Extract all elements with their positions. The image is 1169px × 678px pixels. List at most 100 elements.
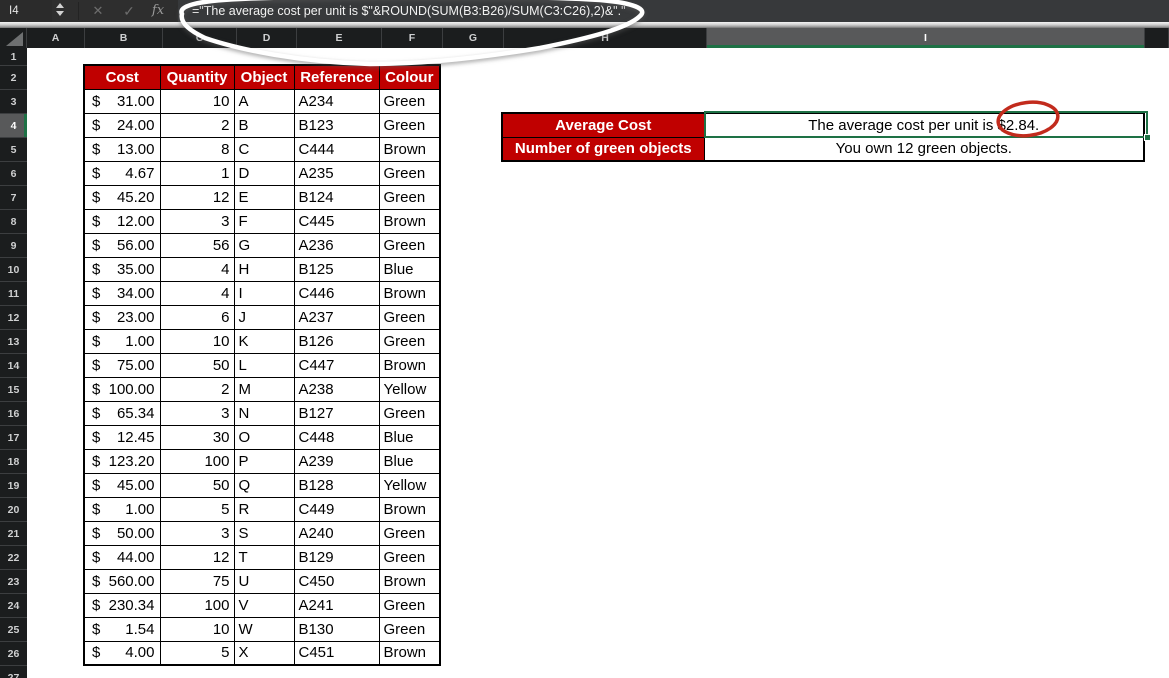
quantity-cell[interactable]: 12 [160,545,234,569]
quantity-cell[interactable]: 4 [160,257,234,281]
reference-cell[interactable]: B125 [294,257,379,281]
row-header-6[interactable]: 6 [0,162,27,186]
object-cell[interactable]: G [234,233,294,257]
reference-cell[interactable]: B130 [294,617,379,641]
row-header-26[interactable]: 26 [0,642,27,666]
cost-cell[interactable]: $12.00 [84,209,160,233]
spinner-down-icon[interactable] [56,11,64,16]
object-cell[interactable]: H [234,257,294,281]
cost-cell[interactable]: $75.00 [84,353,160,377]
object-cell[interactable]: Q [234,473,294,497]
object-cell[interactable]: K [234,329,294,353]
cost-cell[interactable]: $560.00 [84,569,160,593]
cost-cell[interactable]: $56.00 [84,233,160,257]
colour-cell[interactable]: Green [379,545,440,569]
column-header-stub[interactable] [1145,28,1169,48]
colour-cell[interactable]: Green [379,593,440,617]
reference-cell[interactable]: B129 [294,545,379,569]
quantity-cell[interactable]: 2 [160,113,234,137]
data-table-header[interactable]: Quantity [160,65,234,89]
colour-cell[interactable]: Green [379,617,440,641]
reference-cell[interactable]: C444 [294,137,379,161]
cost-cell[interactable]: $1.54 [84,617,160,641]
object-cell[interactable]: M [234,377,294,401]
reference-cell[interactable]: A234 [294,89,379,113]
row-header-11[interactable]: 11 [0,282,27,306]
row-header-22[interactable]: 22 [0,546,27,570]
colour-cell[interactable]: Yellow [379,377,440,401]
reference-cell[interactable]: B127 [294,401,379,425]
row-header-16[interactable]: 16 [0,402,27,426]
cost-cell[interactable]: $24.00 [84,113,160,137]
object-cell[interactable]: O [234,425,294,449]
colour-cell[interactable]: Blue [379,257,440,281]
row-header-14[interactable]: 14 [0,354,27,378]
colour-cell[interactable]: Green [379,401,440,425]
colour-cell[interactable]: Green [379,329,440,353]
cost-cell[interactable]: $35.00 [84,257,160,281]
row-header-13[interactable]: 13 [0,330,27,354]
cost-cell[interactable]: $45.00 [84,473,160,497]
data-table-header[interactable]: Colour [379,65,440,89]
quantity-cell[interactable]: 100 [160,593,234,617]
reference-cell[interactable]: B123 [294,113,379,137]
name-box-spinner[interactable] [56,3,66,19]
quantity-cell[interactable]: 50 [160,353,234,377]
quantity-cell[interactable]: 3 [160,521,234,545]
quantity-cell[interactable]: 6 [160,305,234,329]
cost-cell[interactable]: $13.00 [84,137,160,161]
colour-cell[interactable]: Brown [379,353,440,377]
colour-cell[interactable]: Green [379,233,440,257]
row-header-27[interactable]: 27 [0,666,27,678]
colour-cell[interactable]: Yellow [379,473,440,497]
cost-cell[interactable]: $4.67 [84,161,160,185]
reference-cell[interactable]: A237 [294,305,379,329]
object-cell[interactable]: W [234,617,294,641]
colour-cell[interactable]: Green [379,521,440,545]
column-header-G[interactable]: G [443,28,504,48]
summary-label-cell[interactable]: Number of green objects [502,137,704,161]
row-header-4[interactable]: 4 [0,114,27,138]
cost-cell[interactable]: $65.34 [84,401,160,425]
summary-value-cell[interactable]: The average cost per unit is $2.84. [704,113,1144,137]
object-cell[interactable]: P [234,449,294,473]
sheet-canvas[interactable]: CostQuantityObjectReferenceColour$31.001… [27,48,1169,678]
row-header-12[interactable]: 12 [0,306,27,330]
colour-cell[interactable]: Green [379,185,440,209]
reference-cell[interactable]: C448 [294,425,379,449]
cost-cell[interactable]: $100.00 [84,377,160,401]
reference-cell[interactable]: C447 [294,353,379,377]
colour-cell[interactable]: Green [379,161,440,185]
cost-cell[interactable]: $31.00 [84,89,160,113]
summary-value-cell[interactable]: You own 12 green objects. [704,137,1144,161]
quantity-cell[interactable]: 100 [160,449,234,473]
cost-cell[interactable]: $23.00 [84,305,160,329]
object-cell[interactable]: S [234,521,294,545]
reference-cell[interactable]: A238 [294,377,379,401]
object-cell[interactable]: T [234,545,294,569]
quantity-cell[interactable]: 1 [160,161,234,185]
quantity-cell[interactable]: 8 [160,137,234,161]
colour-cell[interactable]: Blue [379,425,440,449]
colour-cell[interactable]: Green [379,113,440,137]
row-header-21[interactable]: 21 [0,522,27,546]
quantity-cell[interactable]: 10 [160,617,234,641]
reference-cell[interactable]: B126 [294,329,379,353]
object-cell[interactable]: N [234,401,294,425]
row-header-18[interactable]: 18 [0,450,27,474]
reference-cell[interactable]: C451 [294,641,379,665]
object-cell[interactable]: L [234,353,294,377]
object-cell[interactable]: V [234,593,294,617]
column-header-E[interactable]: E [297,28,382,48]
reference-cell[interactable]: B128 [294,473,379,497]
colour-cell[interactable]: Blue [379,449,440,473]
quantity-cell[interactable]: 3 [160,209,234,233]
column-header-I[interactable]: I [707,28,1145,48]
column-header-C[interactable]: C [163,28,237,48]
object-cell[interactable]: X [234,641,294,665]
object-cell[interactable]: J [234,305,294,329]
reference-cell[interactable]: A240 [294,521,379,545]
insert-function-icon[interactable]: fx [146,0,170,22]
object-cell[interactable]: A [234,89,294,113]
colour-cell[interactable]: Brown [379,569,440,593]
